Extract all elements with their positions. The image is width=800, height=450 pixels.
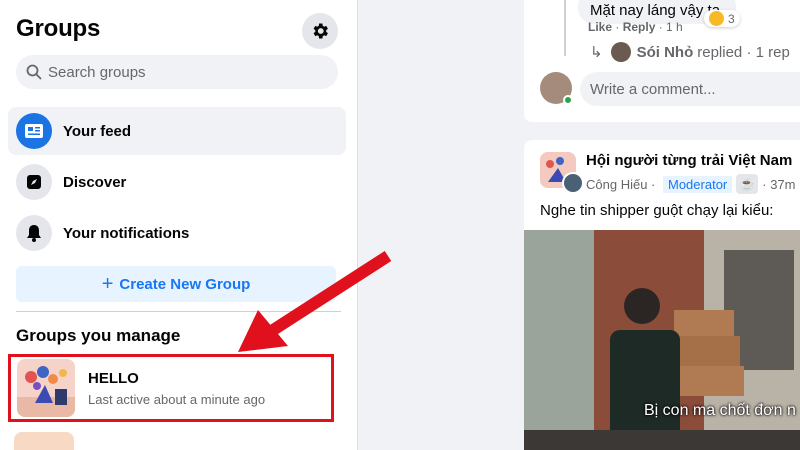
comment-input[interactable]: Write a comment...	[580, 72, 800, 106]
nav-discover[interactable]: Discover	[8, 158, 346, 206]
post-text: Nghe tin shipper guột chạy lại kiểu:	[540, 202, 774, 219]
discover-icon	[16, 164, 52, 200]
post-author[interactable]: Công Hiếu	[586, 177, 647, 192]
nav-your-feed[interactable]: Your feed	[8, 107, 346, 155]
reaction-count[interactable]: 3	[704, 10, 740, 27]
replied-name: Sói Nhỏ	[636, 43, 694, 61]
post-comments-card: Mặt nay láng vậy ta 3 Like · Reply · 1 h…	[524, 0, 800, 122]
replies-link[interactable]: ↳ Sói Nhỏ replied · 1 rep	[590, 42, 790, 62]
comment-actions: Like · Reply · 1 h	[588, 20, 683, 34]
avatar[interactable]	[562, 172, 584, 194]
bell-icon	[16, 215, 52, 251]
group-last-active: Last active about a minute ago	[88, 391, 266, 407]
haha-emoji-icon	[709, 11, 724, 26]
group-item-hello[interactable]: HELLO Last active about a minute ago	[8, 354, 334, 422]
reply-arrow-icon: ↳	[590, 44, 603, 61]
search-icon	[26, 64, 42, 80]
section-title: Groups you manage	[16, 326, 181, 345]
online-status-dot	[563, 95, 573, 105]
nav-label: Your feed	[63, 122, 132, 140]
settings-button[interactable]	[302, 13, 338, 49]
thread-line	[564, 0, 566, 56]
reaction-count-value: 3	[728, 11, 735, 26]
coffee-icon: ☕	[736, 174, 759, 194]
post-image[interactable]: Bị con ma chốt đơn n	[524, 230, 800, 450]
post-group-name[interactable]: Hội người từng trải Việt Nam	[586, 152, 792, 169]
search-box[interactable]	[16, 55, 338, 89]
post-meta: Công Hiếu · Moderator ☕ · 37m	[586, 174, 796, 194]
gear-icon	[313, 23, 328, 39]
feed-icon	[16, 113, 52, 149]
replied-text: replied	[697, 43, 743, 61]
video-caption: Bị con ma chốt đơn n	[644, 402, 796, 419]
plus-icon: +	[101, 272, 114, 295]
group-thumbnail	[17, 359, 75, 417]
avatar	[610, 42, 631, 62]
annotation-arrow	[238, 250, 392, 352]
groups-sidebar: Groups Your feed Discover Your notificat…	[0, 0, 358, 450]
sidebar-title: Groups	[16, 15, 101, 42]
reply-link[interactable]: Reply	[623, 20, 656, 34]
group-name: HELLO	[88, 369, 139, 387]
moderator-badge: Moderator	[663, 175, 733, 193]
comment-time: 1 h	[666, 20, 683, 34]
replied-count: · 1 rep	[746, 43, 790, 61]
nav-label: Your notifications	[63, 224, 190, 242]
like-link[interactable]: Like	[588, 20, 612, 34]
search-input[interactable]	[48, 63, 318, 81]
post-time[interactable]: 37m	[770, 177, 795, 192]
group-thumbnail-partial[interactable]	[14, 432, 74, 450]
group-post-card: Hội người từng trải Việt Nam Công Hiếu ·…	[524, 140, 800, 450]
nav-label: Discover	[63, 173, 127, 191]
